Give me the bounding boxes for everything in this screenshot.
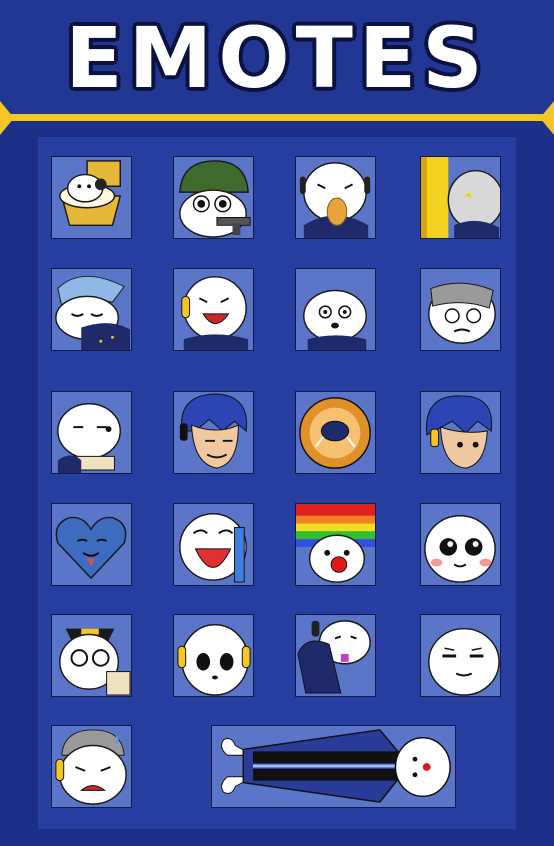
seal-sad-icon — [55, 729, 127, 805]
seal-clown-icon — [296, 504, 375, 583]
emote-tile[interactable] — [295, 268, 376, 351]
emote-tile[interactable] — [173, 614, 254, 697]
emote-tile[interactable] — [420, 391, 501, 474]
seal-bandaged-icon — [428, 282, 496, 344]
seal-sleeping-icon — [55, 275, 131, 350]
emote-tile[interactable] — [173, 268, 254, 351]
emote-tile[interactable] — [173, 156, 254, 239]
emote-tile[interactable] — [51, 614, 132, 697]
emote-tile[interactable] — [420, 614, 501, 697]
page-title: EMOTES — [65, 9, 489, 107]
gold-divider — [0, 114, 554, 121]
heart-cat-icon — [55, 516, 127, 580]
seal-eating-icon — [299, 162, 371, 238]
seal-soldier-gun-icon — [179, 160, 251, 238]
seal-smug-icon — [428, 627, 500, 696]
seal-blushing-icon — [424, 514, 496, 583]
emote-tile[interactable] — [295, 156, 376, 239]
emote-tile[interactable] — [420, 268, 501, 351]
emote-tile[interactable] — [51, 725, 132, 808]
seal-shocked-icon — [303, 289, 367, 350]
header-banner: EMOTES — [0, 0, 554, 116]
blue-hair-face-icon — [426, 395, 493, 469]
seal-crying-icon — [179, 513, 247, 583]
seal-reading-icon — [57, 402, 122, 473]
emote-tile[interactable] — [295, 503, 376, 586]
emote-tile[interactable] — [51, 156, 132, 239]
emote-tile[interactable] — [295, 391, 376, 474]
emote-tile[interactable] — [173, 391, 254, 474]
blue-hair-smirk-icon — [179, 393, 248, 469]
seal-mouth-cover-icon — [297, 620, 371, 694]
emote-tile[interactable] — [51, 503, 132, 586]
emote-tile-wide[interactable] — [211, 725, 456, 808]
emote-tile[interactable] — [295, 614, 376, 697]
emote-tile[interactable] — [51, 391, 132, 474]
emote-tile[interactable] — [173, 503, 254, 586]
seal-hotdog-bed-icon — [221, 729, 451, 803]
emote-tile[interactable] — [51, 268, 132, 351]
seal-laughing-icon — [181, 276, 249, 350]
seal-in-pie-icon — [299, 397, 371, 469]
emote-tile[interactable] — [420, 503, 501, 586]
seal-stare-icon — [177, 624, 251, 696]
seal-detective-icon — [59, 628, 131, 696]
right-arrow-decoration — [540, 101, 554, 135]
left-arrow-decoration — [0, 101, 14, 135]
seal-peeking-door-icon — [421, 157, 500, 238]
emote-tile[interactable] — [420, 156, 501, 239]
seal-in-toilet-icon — [59, 160, 122, 227]
